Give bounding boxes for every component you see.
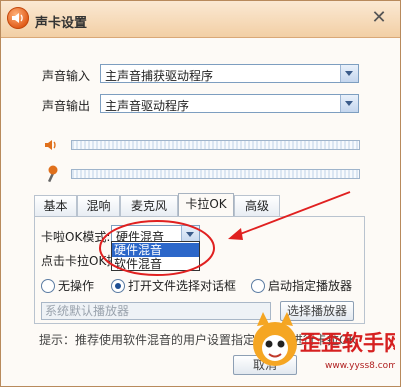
radio-no-action[interactable]: 无操作 — [41, 277, 94, 293]
radio-label: 打开文件选择对话框 — [128, 279, 237, 293]
tab-microphone[interactable]: 麦克风 — [120, 195, 178, 216]
dialog-title: 声卡设置 — [35, 16, 88, 31]
output-level-meter — [71, 140, 360, 150]
speaker-app-icon — [7, 7, 29, 29]
watermark-url: www.yyss8.com — [325, 361, 395, 371]
tab-advanced[interactable]: 高级 — [234, 195, 280, 216]
radio-launch-player[interactable]: 启动指定播放器 — [251, 277, 352, 293]
input-level-meter — [71, 169, 360, 179]
chevron-down-icon[interactable] — [340, 65, 358, 82]
radio-button[interactable] — [111, 278, 125, 293]
watermark-text: 歪歪软手网 — [300, 331, 395, 355]
tab-karaoke[interactable]: 卡拉OK — [178, 193, 234, 216]
output-label: 声音输出 — [42, 99, 91, 113]
tab-reverb[interactable]: 混响 — [77, 195, 120, 216]
karaoke-mode-label: 卡啦OK模式: — [41, 230, 111, 244]
site-watermark: 歪歪软手网 www.yyss8.com — [245, 304, 401, 382]
output-device-select[interactable]: 主声音驱动程序 — [100, 94, 359, 113]
option-software-mix[interactable]: 软件混音 — [112, 257, 199, 271]
chevron-down-icon[interactable] — [340, 95, 358, 112]
radio-button[interactable] — [251, 278, 265, 293]
speaker-icon — [43, 137, 59, 156]
mascot-logo-icon: 歪歪软手网 www.yyss8.com — [253, 312, 401, 371]
input-device-value: 主声音捕获驱动程序 — [105, 69, 214, 83]
radio-label: 启动指定播放器 — [268, 279, 353, 293]
output-device-value: 主声音驱动程序 — [105, 99, 190, 113]
microphone-icon — [43, 165, 59, 186]
karaoke-mode-options: 硬件混音 软件混音 — [111, 241, 200, 271]
click-karaoke-label: 点击卡拉OK按 — [41, 254, 119, 268]
radio-open-file-dialog[interactable]: 打开文件选择对话框 — [111, 277, 236, 293]
title-bar: 声卡设置 ✕ — [1, 1, 400, 38]
option-hardware-mix[interactable]: 硬件混音 — [112, 243, 199, 257]
input-label: 声音输入 — [42, 69, 91, 83]
input-device-select[interactable]: 主声音捕获驱动程序 — [100, 64, 359, 83]
radio-button[interactable] — [41, 278, 55, 293]
radio-label: 无操作 — [58, 279, 95, 293]
player-path-input[interactable]: 系统默认播放器 — [41, 302, 271, 320]
close-icon[interactable]: ✕ — [370, 9, 388, 27]
tab-basic[interactable]: 基本 — [34, 195, 77, 216]
